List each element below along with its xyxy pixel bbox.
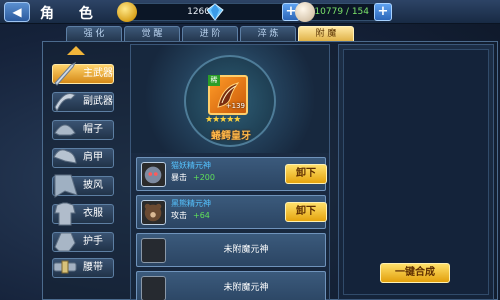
item-name: 蜷鳄皇牙 — [211, 131, 251, 142]
add-stamina-button[interactable]: + — [374, 3, 392, 21]
stamina-counter: 10779 / 154 + — [295, 2, 392, 22]
gauntlet-icon — [54, 232, 76, 252]
back-button[interactable]: ◀ — [4, 2, 30, 22]
sidebar-item-main-weapon[interactable]: 主武器 — [52, 61, 114, 86]
sidebar-item-belt[interactable]: 腰带 — [52, 258, 114, 278]
enchant-slot-4[interactable]: 未附魔元神 — [136, 271, 326, 300]
slot-attribute: 攻击 +64 — [171, 210, 210, 221]
tab-enchant[interactable]: 附 魔 — [298, 26, 354, 42]
sidebar-item-shoulder[interactable]: 肩甲 — [52, 148, 114, 168]
sidebar-item-label: 披风 — [83, 180, 103, 191]
cat-spirit-icon[interactable] — [141, 162, 166, 187]
sidebar-item-label: 衣服 — [83, 208, 103, 219]
spirit-inventory-grid[interactable] — [343, 49, 489, 295]
gold-coin-icon — [117, 2, 137, 22]
enchant-slot-1: 猫妖精元神 暴击 +200 卸下 — [136, 157, 327, 191]
tab-temper[interactable]: 淬 炼 — [240, 26, 296, 42]
bear-spirit-icon[interactable] — [141, 200, 166, 225]
belt-icon — [53, 260, 77, 274]
sidebar-item-label: 肩甲 — [83, 152, 103, 163]
slot-attr-value: +64 — [193, 211, 210, 220]
equipped-item-slot[interactable]: 稀 +139 — [208, 75, 248, 115]
spirit-inventory-panel — [338, 44, 494, 300]
empty-slot-icon — [141, 238, 166, 263]
pearl-icon — [295, 2, 315, 22]
hat-icon — [54, 124, 76, 136]
sidebar-item-sub-weapon[interactable]: 副武器 — [52, 92, 114, 113]
cape-icon — [54, 174, 78, 198]
item-level: +139 — [225, 102, 245, 110]
stamina-value: 10779 / 154 — [314, 7, 369, 17]
slot-attribute: 暴击 +200 — [171, 172, 215, 183]
back-arrow-icon: ◀ — [12, 5, 22, 19]
unequip-button[interactable]: 卸下 — [285, 202, 327, 222]
page-title: 角 色 — [40, 6, 103, 22]
sub-weapon-icon — [54, 93, 76, 113]
sidebar-item-gauntlet[interactable]: 护手 — [52, 232, 114, 252]
sidebar-item-label: 副武器 — [83, 96, 113, 107]
top-bar: ◀ 角 色 1260万 + + 10779 / 154 + — [0, 0, 500, 24]
empty-slot-icon — [141, 276, 166, 300]
enchant-panel: 稀 +139 ★★★★★ 蜷鳄皇牙 猫妖精元神 暴击 +200 卸下 黑熊精元神 … — [130, 44, 330, 300]
slot-spirit-name: 黑熊精元神 — [171, 199, 211, 208]
sidebar-scroll-up-icon[interactable] — [67, 46, 85, 55]
slot-attr-label: 暴击 — [171, 173, 187, 182]
diamond-counter: + — [206, 3, 300, 21]
main-weapon-icon — [54, 61, 77, 86]
empty-slot-label: 未附魔元神 — [223, 245, 269, 255]
rarity-tag: 稀 — [208, 75, 220, 86]
tab-advance[interactable]: 进 阶 — [182, 26, 238, 42]
enchant-slot-2: 黑熊精元神 攻击 +64 卸下 — [136, 195, 327, 229]
clothes-icon — [54, 202, 76, 226]
sidebar-item-label: 腰带 — [83, 262, 103, 273]
star-rating: ★★★★★ — [205, 115, 241, 125]
sidebar-item-label: 主武器 — [83, 68, 113, 79]
sidebar-item-cape[interactable]: 披风 — [52, 174, 114, 198]
sidebar-item-clothes[interactable]: 衣服 — [52, 202, 114, 226]
sidebar-item-label: 护手 — [83, 236, 103, 247]
slot-attr-value: +200 — [193, 173, 215, 182]
empty-slot-label: 未附魔元神 — [223, 283, 269, 293]
diamond-icon — [206, 3, 224, 21]
tab-awaken[interactable]: 觉 醒 — [124, 26, 180, 42]
sidebar-item-label: 帽子 — [83, 124, 103, 135]
slot-attr-label: 攻击 — [171, 211, 187, 220]
shoulder-armor-icon — [53, 149, 77, 164]
unequip-button[interactable]: 卸下 — [285, 164, 327, 184]
sidebar-item-hat[interactable]: 帽子 — [52, 120, 114, 140]
tab-strengthen[interactable]: 强 化 — [66, 26, 122, 42]
slot-spirit-name: 猫妖精元神 — [171, 161, 211, 170]
one-click-merge-button[interactable]: 一键合成 — [380, 263, 450, 283]
enchant-slot-3[interactable]: 未附魔元神 — [136, 233, 326, 267]
